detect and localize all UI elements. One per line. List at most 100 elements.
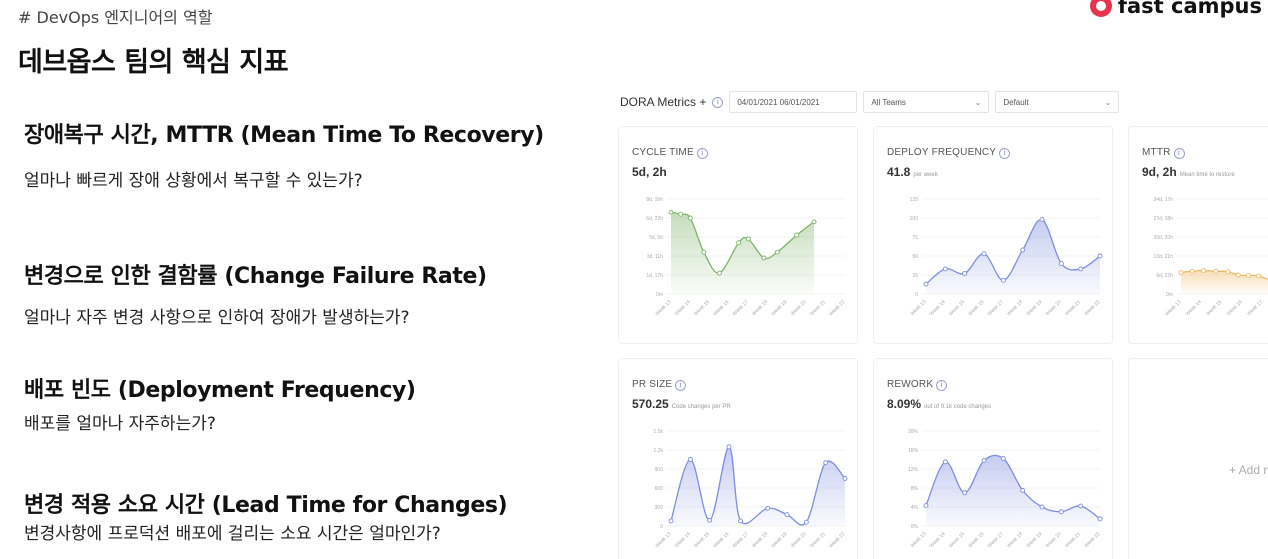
data-point[interactable] [794, 232, 800, 238]
teams-select[interactable]: All Teams ⌄ [863, 91, 990, 113]
data-point[interactable] [942, 459, 948, 465]
dashboard-toolbar: DORA Metrics + i 04/01/2021 06/01/2021 A… [620, 91, 1120, 113]
data-point[interactable] [668, 518, 674, 524]
data-point[interactable] [981, 251, 987, 257]
mttr-card[interactable]: MTTR i 9d, 2h Mean time to restore 0m 6d, 22… [1128, 126, 1268, 344]
x-tick-label: Week 21 [809, 531, 827, 549]
data-point[interactable] [701, 249, 707, 255]
data-point[interactable] [1020, 487, 1026, 493]
pr-size-card[interactable]: PR SIZE i 570.25 Code changes per PR 0 300 60… [618, 358, 858, 559]
x-tick-label: Week 18 [751, 299, 769, 317]
data-point[interactable] [1225, 269, 1231, 275]
y-tick-label: 27d, 18h [1154, 216, 1174, 222]
data-point[interactable] [1039, 217, 1045, 222]
data-point[interactable] [1097, 253, 1103, 259]
date-range-picker[interactable]: 04/01/2021 06/01/2021 [729, 91, 858, 113]
dora-dashboard-screenshot: DORA Metrics + i 04/01/2021 06/01/2021 A… [608, 84, 1268, 559]
data-point[interactable] [823, 460, 829, 466]
data-point[interactable] [962, 490, 968, 496]
y-tick-label: 12% [908, 467, 919, 473]
data-point[interactable] [1245, 273, 1251, 279]
x-tick-label: Week 14 [674, 299, 692, 317]
x-tick-label: Week 15 [948, 531, 966, 549]
x-tick-label: Week 16 [1226, 299, 1244, 317]
x-tick-label: Week 14 [1185, 299, 1203, 317]
data-point[interactable] [923, 503, 929, 509]
metric-desc-cfr: 얼마나 자주 변경 사항으로 인하여 장애가 발생하는가? [24, 308, 410, 328]
data-point[interactable] [1078, 503, 1084, 509]
deploy-frequency-card[interactable]: DEPLOY FREQUENCY i 41.8 per week 0 25 50 75 100… [873, 126, 1113, 344]
y-tick-label: 8% [911, 486, 919, 492]
data-point[interactable] [761, 255, 767, 261]
view-select-value: Default [1003, 97, 1029, 107]
chart-svg: 0m 6d, 22h 13d, 21h 20d, 20h 27d, 18h 34d, 17… [1154, 197, 1268, 317]
add-metric-button[interactable]: + Add met [1229, 463, 1268, 477]
dora-metrics-label: DORA Metrics + [620, 95, 707, 109]
data-point[interactable] [1213, 268, 1219, 274]
data-point[interactable] [923, 281, 929, 287]
data-point[interactable] [678, 211, 684, 217]
view-select[interactable]: Default ⌄ [995, 91, 1120, 113]
chart-svg: 0%4%8%12%16%20%Week 13 Week 14 Week 15 Week… [908, 429, 1103, 549]
fast-campus-logo-icon [1089, 0, 1112, 17]
data-point[interactable] [726, 444, 732, 450]
data-point[interactable] [1256, 273, 1262, 279]
data-point[interactable] [707, 517, 713, 523]
series-area [1181, 270, 1268, 294]
data-point[interactable] [1000, 277, 1006, 283]
metric-desc-df: 배포를 얼마나 자주하는가? [24, 414, 216, 434]
data-point[interactable] [1097, 516, 1103, 522]
data-point[interactable] [774, 249, 780, 255]
chart-svg: 03006009001.2k1.5kWeek 13 Week 14 Week 15 W… [654, 429, 848, 549]
section-tag: # DevOps 엔지니어의 역할 [18, 8, 213, 27]
x-tick-label: Week 21 [1064, 531, 1082, 549]
data-point[interactable] [942, 266, 948, 272]
data-point[interactable] [687, 457, 693, 462]
data-point[interactable] [1020, 247, 1026, 253]
cycle-time-card[interactable]: CYCLE TIME i 5d, 2h 0m 1d, 17h 3d, 11h 5d, 5h… [618, 126, 858, 344]
y-tick-label: 13d, 21h [1154, 254, 1174, 260]
x-tick-label: Week 22 [1083, 299, 1101, 317]
data-point[interactable] [1235, 272, 1241, 278]
data-point[interactable] [1178, 270, 1184, 275]
x-tick-label: Week 18 [1006, 531, 1024, 549]
info-icon[interactable]: i [712, 96, 724, 108]
x-tick-label: Week 22 [1083, 531, 1101, 549]
data-point[interactable] [765, 505, 771, 511]
data-point[interactable] [1078, 266, 1084, 272]
x-tick-label: Week 16 [967, 299, 985, 317]
rework-card[interactable]: REWORK i 8.09% out of 9.1k code changes 0% 4… [873, 358, 1113, 559]
data-point[interactable] [745, 236, 751, 242]
data-point[interactable] [1058, 261, 1064, 267]
x-tick-label: Week 16 [712, 299, 730, 317]
data-point[interactable] [738, 518, 744, 524]
data-point[interactable] [1058, 509, 1064, 515]
data-point[interactable] [668, 209, 674, 215]
x-tick-label: Week 17 [1246, 299, 1264, 317]
x-tick-label: Week 18 [1006, 299, 1024, 317]
brand-name: fast campus [1117, 0, 1262, 18]
data-point[interactable] [784, 512, 790, 518]
add-metric-card[interactable]: + Add met [1128, 358, 1268, 559]
y-tick-label: 1d, 17h [646, 273, 663, 279]
series-area [926, 219, 1100, 294]
data-point[interactable] [981, 457, 987, 463]
data-point[interactable] [736, 240, 742, 246]
data-point[interactable] [687, 215, 693, 221]
data-point[interactable] [962, 271, 968, 276]
data-point[interactable] [803, 519, 809, 525]
data-point[interactable] [1201, 268, 1206, 274]
data-point[interactable] [842, 476, 848, 481]
data-point[interactable] [1039, 504, 1045, 510]
y-tick-label: 3d, 11h [647, 254, 664, 260]
y-tick-label: 5d, 5h [649, 235, 663, 241]
x-tick-label: Week 22 [828, 299, 846, 317]
x-tick-label: Week 17 [987, 299, 1005, 317]
y-tick-label: 900 [655, 467, 664, 473]
data-point[interactable] [716, 270, 722, 276]
teams-select-value: All Teams [871, 97, 906, 107]
data-point[interactable] [811, 219, 817, 225]
series-area [671, 212, 815, 294]
data-point[interactable] [1000, 456, 1006, 462]
data-point[interactable] [1189, 268, 1195, 274]
